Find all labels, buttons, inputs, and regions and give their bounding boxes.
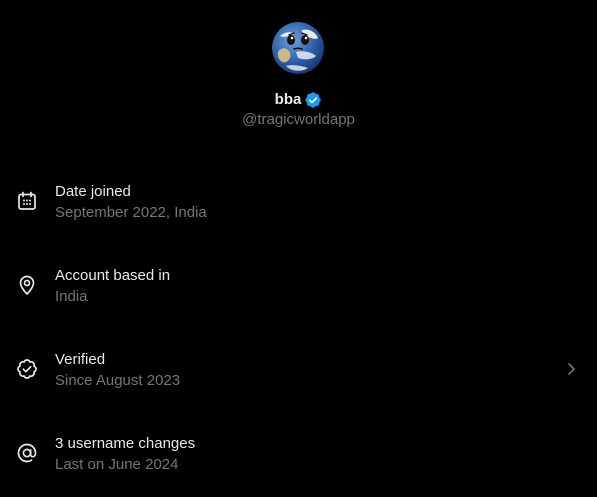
at-sign-icon: [16, 442, 38, 464]
earth-avatar-icon[interactable]: [272, 22, 324, 74]
verified-badge-icon[interactable]: [304, 91, 322, 109]
display-name: bba: [274, 91, 302, 108]
account-based-in-label: Account based in: [55, 267, 171, 284]
username-changes-label: 3 username changes: [55, 435, 196, 452]
about-row-date-joined: Date joined September 2022, India: [0, 161, 597, 245]
username-last-changed-value: Last on June 2024: [55, 456, 179, 473]
location-pin-icon: [16, 274, 38, 296]
verified-label: Verified: [55, 351, 106, 368]
about-row-verified[interactable]: Verified Since August 2023: [0, 329, 597, 413]
calendar-icon: [16, 190, 38, 212]
chevron-right-icon[interactable]: [563, 358, 581, 380]
username-handle: @tragicworldapp: [242, 111, 355, 128]
about-row-username-changes: 3 username changes Last on June 2024: [0, 413, 597, 497]
about-row-account-based-in: Account based in India: [0, 245, 597, 329]
verified-since-value: Since August 2023: [55, 372, 181, 389]
profile-header: bba @tragicworldapp: [0, 0, 597, 140]
display-name-row: bba: [0, 89, 597, 111]
account-based-in-value: India: [55, 288, 88, 305]
date-joined-label: Date joined: [55, 183, 131, 200]
verified-check-icon: [16, 358, 38, 380]
date-joined-value: September 2022, India: [55, 204, 207, 221]
